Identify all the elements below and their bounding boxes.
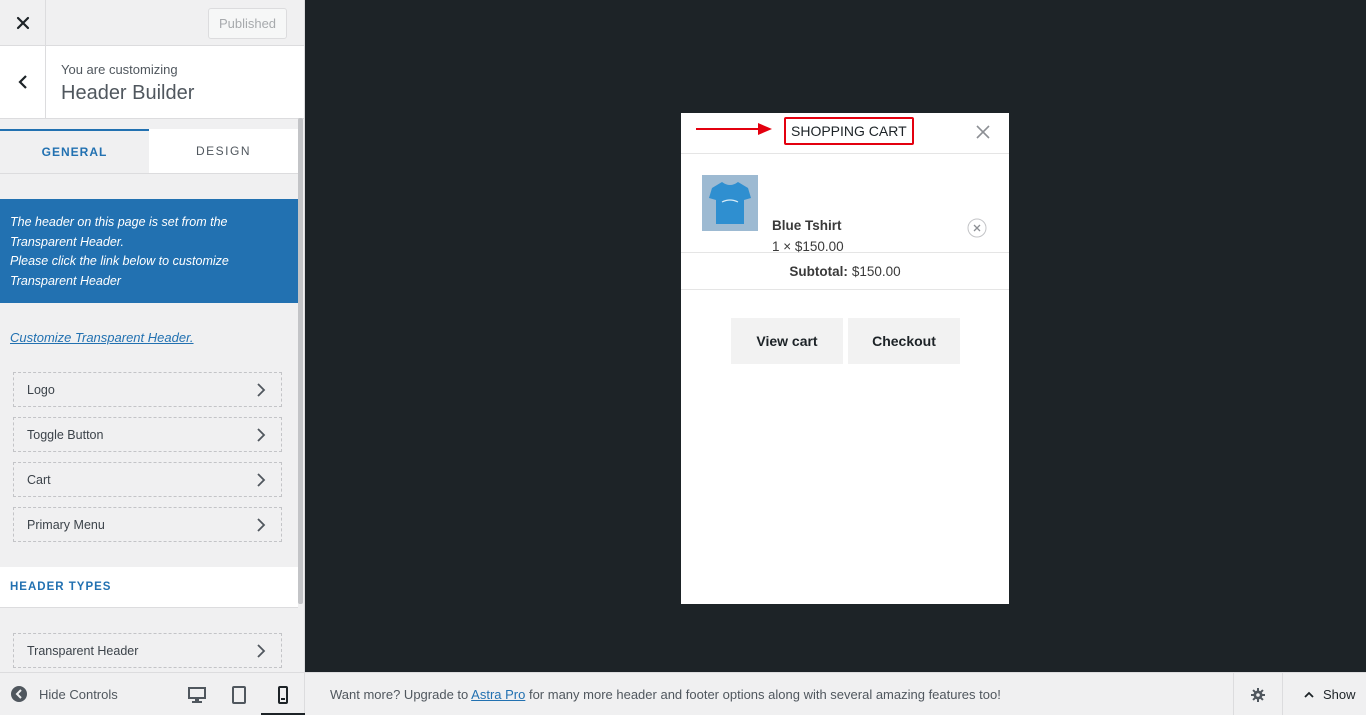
chevron-right-icon [257,473,266,487]
tablet-icon[interactable] [230,686,248,704]
sidebar-scrollbar[interactable] [298,118,303,604]
upgrade-message: Want more? Upgrade to Astra Pro for many… [330,687,1001,702]
sidebar-item-primary-menu[interactable]: Primary Menu [13,507,282,542]
tab-general[interactable]: GENERAL [0,129,149,173]
show-label: Show [1323,687,1356,702]
chevron-right-icon [257,518,266,532]
gear-icon [1250,687,1265,702]
product-thumbnail[interactable] [702,175,758,231]
cart-actions: View cart Checkout [731,318,960,364]
tab-design[interactable]: DESIGN [149,129,298,173]
eye-off-icon [11,686,27,702]
chevron-right-icon [257,428,266,442]
view-cart-button[interactable]: View cart [731,318,843,364]
sidebar-item-label: Logo [27,382,55,397]
sidebar-item-label: Transparent Header [27,643,139,658]
cart-header: SHOPPING CART [681,113,1009,154]
close-customizer-button[interactable] [0,0,46,46]
sidebar-item-logo[interactable]: Logo [13,372,282,407]
customizer-footer: Hide Controls [0,672,305,715]
sidebar-item-label: Primary Menu [27,517,105,532]
show-button[interactable]: Show [1282,673,1366,715]
sidebar-item-cart[interactable]: Cart [13,462,282,497]
tshirt-image [709,182,751,224]
settings-button[interactable] [1233,673,1281,715]
chevron-right-icon [257,644,266,658]
cart-item: Blue Tshirt 1 × $150.00 [681,154,1009,254]
notice-line: Transparent Header. [10,234,124,249]
customizer-sidebar: Published You are customizing Header Bui… [0,0,305,672]
mobile-icon[interactable] [274,686,292,704]
cart-item-name[interactable]: Blue Tshirt [772,218,842,233]
sidebar-item-transparent-header[interactable]: Transparent Header [13,633,282,668]
subtotal-value: $150.00 [851,263,901,279]
customizing-info: You are customizing Header Builder [61,62,194,105]
customizing-header: You are customizing Header Builder [0,46,304,119]
customizing-label: You are customizing [61,62,178,77]
hide-controls-button[interactable]: Hide Controls [11,686,118,702]
arrow-right-icon [696,123,772,135]
notice-line: Transparent Header [10,273,121,288]
checkout-button[interactable]: Checkout [848,318,960,364]
cart-title: SHOPPING CART [784,117,914,145]
sidebar-item-label: Toggle Button [27,427,104,442]
header-types-heading: HEADER TYPES [0,567,298,608]
desktop-icon[interactable] [188,686,206,704]
notice-line: Please click the link below to customize [10,254,229,268]
back-chevron-icon [17,75,27,89]
chevron-right-icon [257,383,266,397]
published-button[interactable]: Published [208,8,287,39]
sidebar-item-toggle-button[interactable]: Toggle Button [13,417,282,452]
panel-tabs: GENERAL DESIGN [0,129,298,174]
cart-item-quantity-price: 1 × $150.00 [772,239,844,254]
upgrade-bar: Want more? Upgrade to Astra Pro for many… [305,672,1366,715]
subtotal-label: Subtotal: [789,263,848,279]
chevron-up-icon [1304,691,1314,698]
close-icon[interactable] [975,124,991,140]
remove-item-icon[interactable] [967,218,987,238]
panel-title: Header Builder [61,82,195,104]
transparent-header-notice: The header on this page is set from the … [0,199,298,303]
shopping-cart-panel: SHOPPING CART Blue Tshirt 1 × $150.00 Su… [681,113,1009,604]
notice-line: The header on this page is set from the [10,215,228,229]
cart-subtotal: Subtotal: $150.00 [681,253,1009,290]
customize-transparent-header-link[interactable]: Customize Transparent Header. [10,330,194,345]
customizer-topbar: Published [0,0,304,46]
upgrade-text: for many more header and footer options … [525,686,1001,702]
astra-pro-link[interactable]: Astra Pro [471,687,525,702]
back-button[interactable] [0,46,46,118]
sidebar-item-label: Cart [27,472,51,487]
hide-controls-label: Hide Controls [39,686,118,702]
close-icon [16,16,29,30]
upgrade-text: Want more? Upgrade to [330,686,472,702]
